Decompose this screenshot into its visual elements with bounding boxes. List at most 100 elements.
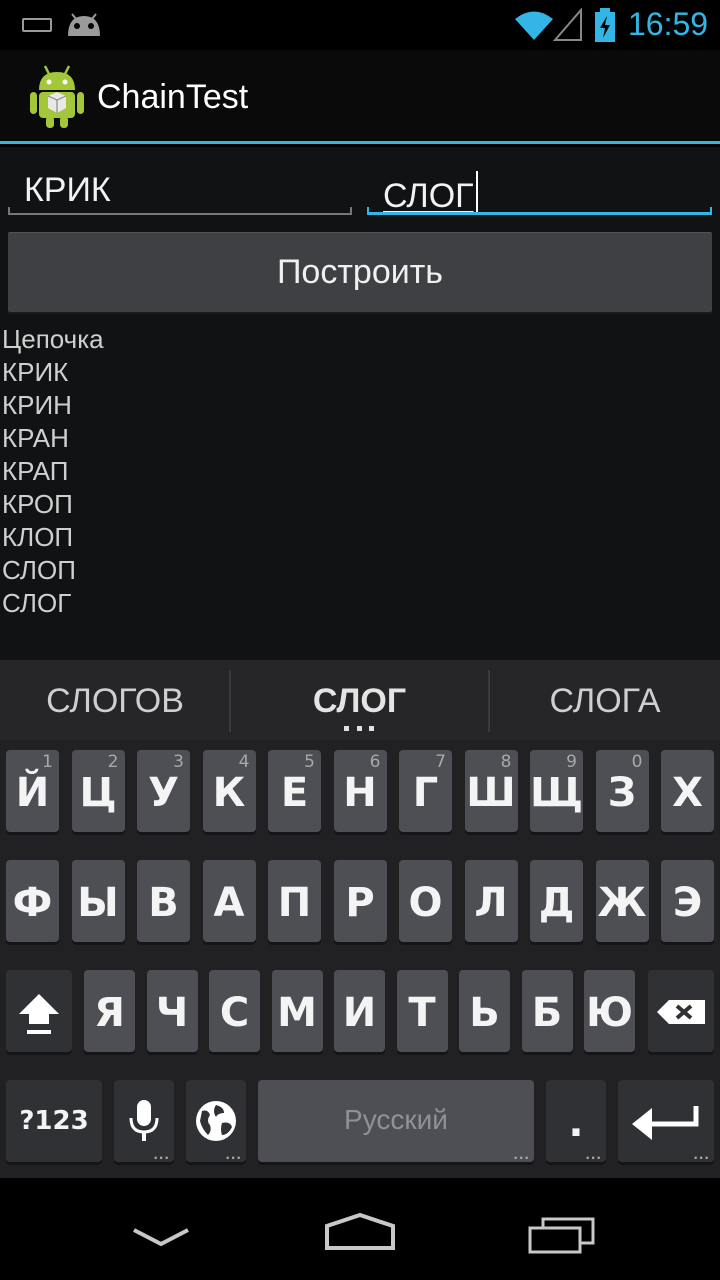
key-hint: 6 (369, 752, 381, 772)
shift-icon (19, 994, 59, 1034)
app-title: ChainTest (97, 78, 249, 116)
key[interactable]: Х (661, 750, 714, 832)
key-hint: 8 (500, 752, 512, 772)
key[interactable]: В (137, 860, 190, 942)
key[interactable]: И (334, 970, 385, 1052)
key-hint: 0 (631, 752, 643, 772)
symbols-key[interactable]: ?123 (6, 1080, 102, 1162)
suggestion-right[interactable]: СЛОГА (490, 682, 720, 721)
suggestion-left[interactable]: СЛОГОВ (0, 682, 230, 721)
battery-charging-icon (595, 8, 615, 42)
key-label: . (568, 1100, 584, 1146)
key[interactable]: У3 (137, 750, 190, 832)
key[interactable]: Й1 (6, 750, 59, 832)
key[interactable]: Ф (6, 860, 59, 942)
from-word-field[interactable]: КРИК (8, 155, 352, 215)
chain-word: СЛОГ (2, 588, 72, 618)
globe-icon (196, 1101, 236, 1141)
key-label: Р (345, 880, 375, 926)
to-word-field[interactable]: СЛОГ (367, 155, 712, 215)
key[interactable]: Э (661, 860, 714, 942)
key-label: Т (408, 990, 436, 1036)
build-button[interactable]: Построить (8, 232, 712, 312)
action-bar: ChainTest (0, 50, 720, 144)
key[interactable]: Ч (146, 970, 198, 1052)
key[interactable]: М (271, 970, 323, 1052)
status-bar: 16:59 (0, 0, 720, 50)
key-label: Щ (530, 770, 584, 816)
field-underline (8, 207, 352, 215)
soft-keyboard: СЛОГОВ СЛОГ СЛОГА Й1Ц2У3К4Е5Н6Г7Ш8Щ9З0ХФ… (0, 660, 720, 1178)
space-key[interactable]: Русский... (258, 1080, 534, 1162)
key-label: У (148, 770, 179, 816)
key[interactable]: К4 (202, 750, 256, 832)
key[interactable]: Е5 (268, 750, 321, 832)
enter-icon (632, 1106, 699, 1140)
key[interactable]: Ь (459, 970, 510, 1052)
key-label: Я (94, 990, 125, 1036)
to-word-value: СЛОГ (383, 171, 478, 216)
key[interactable]: Ж (595, 860, 649, 942)
key[interactable]: Ю (584, 970, 635, 1052)
key-label: Ч (155, 990, 189, 1036)
key-label: П (277, 880, 312, 926)
language-key[interactable]: ... (186, 1080, 246, 1162)
key-label: Е (280, 770, 309, 816)
key[interactable]: Л (464, 860, 518, 942)
key[interactable]: Р (333, 860, 387, 942)
android-app-icon (30, 65, 84, 128)
key-label: Л (474, 880, 508, 926)
key-label: Ш (466, 770, 516, 816)
main-content: КРИК СЛОГ Построить Цепочка КРИК КРИН КР… (0, 147, 720, 660)
microphone-icon (129, 1100, 159, 1141)
more-suggestions-icon[interactable] (344, 726, 374, 732)
chain-word: СЛОП (2, 555, 76, 585)
key[interactable]: Д (530, 860, 583, 942)
more-options-indicator: ... (585, 1148, 602, 1162)
key[interactable]: О (399, 860, 452, 942)
key-label: Б (531, 990, 563, 1036)
key[interactable]: А (202, 860, 256, 942)
keyboard-icon (22, 18, 52, 32)
key-hint: 5 (304, 752, 315, 772)
key-label: Г (412, 770, 439, 816)
more-options-indicator: ... (225, 1148, 242, 1162)
key-label: О (408, 880, 443, 926)
key-label: Ю (586, 990, 633, 1036)
key-label: Ь (469, 990, 500, 1036)
key-label: К (212, 770, 246, 816)
key[interactable]: Т (396, 970, 448, 1052)
key[interactable]: Я (84, 970, 135, 1052)
key[interactable]: З0 (595, 750, 649, 832)
backspace-key[interactable] (648, 970, 714, 1052)
enter-key[interactable]: ... (618, 1080, 714, 1162)
recents-icon[interactable] (527, 1216, 597, 1254)
chain-word: КРИН (2, 390, 72, 420)
key-hint: 2 (107, 752, 119, 772)
back-icon[interactable] (130, 1226, 192, 1248)
key-label: С (219, 990, 250, 1036)
key-label: Э (672, 880, 703, 926)
key[interactable]: П (268, 860, 321, 942)
field-underline-focused (367, 207, 712, 215)
key-label: Д (538, 880, 575, 926)
key[interactable]: Ш8 (464, 750, 518, 832)
key[interactable]: Б (521, 970, 573, 1052)
key-label: В (148, 880, 179, 926)
navigation-bar (0, 1178, 720, 1280)
shift-key[interactable] (6, 970, 72, 1052)
key[interactable]: Ц2 (71, 750, 125, 832)
chain-word: КРИК (2, 357, 69, 387)
home-icon[interactable] (323, 1212, 397, 1252)
voice-input-key[interactable]: ... (114, 1080, 174, 1162)
key[interactable]: Щ9 (530, 750, 583, 832)
key[interactable]: Ы (71, 860, 125, 942)
key-label: М (277, 990, 317, 1036)
suggestion-strip: СЛОГОВ СЛОГ СЛОГА (0, 660, 720, 740)
suggestion-center[interactable]: СЛОГ (231, 682, 488, 721)
backspace-icon (657, 1000, 705, 1024)
key[interactable]: Н6 (333, 750, 387, 832)
key[interactable]: С (209, 970, 260, 1052)
key[interactable]: Г7 (399, 750, 452, 832)
period-key[interactable]: .... (546, 1080, 606, 1162)
